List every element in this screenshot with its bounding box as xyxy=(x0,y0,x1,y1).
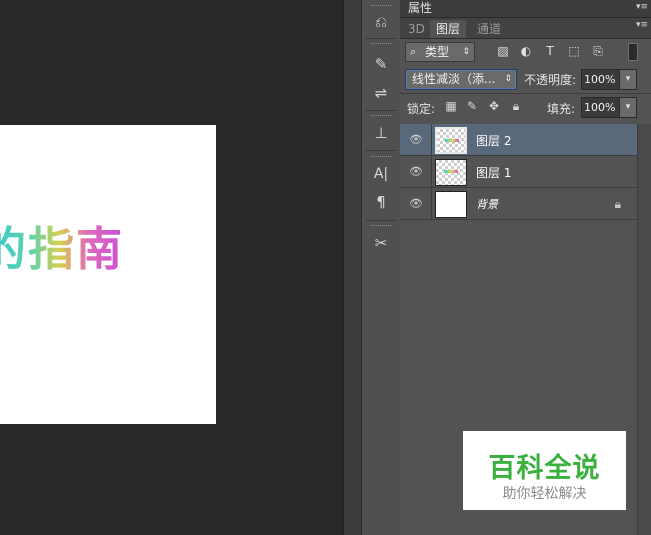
dock-divider xyxy=(366,220,396,221)
updown-arrow-icon: ⇕ xyxy=(462,47,470,57)
brush-preset-icon[interactable]: ✎ xyxy=(369,53,393,75)
character-icon[interactable]: A| xyxy=(369,163,393,185)
opacity-field[interactable]: 100% xyxy=(581,69,623,90)
canvas-text: 的指南 xyxy=(0,213,124,279)
tab-3d[interactable]: 3D xyxy=(402,20,431,38)
dock-grip[interactable] xyxy=(371,156,391,159)
thumbnail-content xyxy=(445,139,459,142)
layer-row[interactable]: 👁︎ 图层 1 xyxy=(400,156,637,188)
fill-dropdown-button[interactable]: ▾ xyxy=(619,97,637,118)
layers-panel-scrollbar[interactable] xyxy=(637,124,651,535)
canvas-scrollbar[interactable] xyxy=(343,0,361,535)
document-canvas[interactable]: 的指南 xyxy=(0,125,216,424)
panel-menu-icon[interactable]: ▾≡ xyxy=(636,20,648,30)
canvas-area[interactable]: 的指南 xyxy=(0,0,343,535)
blend-mode-value: 线性减淡（添... xyxy=(412,72,496,86)
divider xyxy=(400,93,651,94)
layer-name[interactable]: 图层 1 xyxy=(476,164,511,181)
layer-row[interactable]: 👁︎ 图层 2 xyxy=(400,124,637,156)
dock-grip[interactable] xyxy=(371,115,391,118)
lock-icon: 🔒︎ xyxy=(614,197,621,211)
properties-panel-header: 属性 ▾≡ xyxy=(400,0,651,18)
divider xyxy=(431,124,432,155)
tab-channels[interactable]: 通道 xyxy=(471,20,507,38)
opacity-dropdown-button[interactable]: ▾ xyxy=(619,69,637,90)
lock-label: 锁定: xyxy=(407,102,436,116)
watermark-title: 百科全说 xyxy=(488,453,601,484)
eye-icon[interactable]: 👁︎ xyxy=(409,133,423,147)
layers-panel-tabs: 3D 图层 通道 ▾≡ xyxy=(400,18,651,39)
dock-grip[interactable] xyxy=(371,225,391,228)
panel-menu-icon[interactable]: ▾≡ xyxy=(636,2,648,12)
watermark-subtitle: 助你轻松解决 xyxy=(502,486,587,502)
pixel-layer-filter-icon[interactable]: ▨ xyxy=(496,44,510,58)
lock-transparent-pixels-icon[interactable]: ▦ xyxy=(444,99,458,113)
clone-source-icon[interactable]: ⊥ xyxy=(369,122,393,144)
layer-thumbnail xyxy=(435,191,467,218)
dock-grip[interactable] xyxy=(371,43,391,46)
layer-filter-select[interactable]: ⌕ 类型 ⇕ xyxy=(405,42,475,62)
shape-layer-filter-icon[interactable]: ⬚ xyxy=(567,44,581,58)
lock-all-icon[interactable]: 🔒︎ xyxy=(509,99,523,113)
layer-name[interactable]: 背景 xyxy=(476,196,498,212)
blend-mode-select[interactable]: 线性减淡（添... ⇕ xyxy=(405,69,517,90)
layer-name[interactable]: 图层 2 xyxy=(476,132,511,149)
layer-thumbnail xyxy=(435,159,467,186)
tool-presets-icon[interactable]: ✂ xyxy=(369,232,393,254)
dock-grip[interactable] xyxy=(371,5,391,8)
type-layer-filter-icon[interactable]: T xyxy=(543,44,557,58)
layer-row[interactable]: 👁︎ 背景 🔒︎ xyxy=(400,188,637,220)
divider xyxy=(431,188,432,219)
filter-kind-label: 类型 xyxy=(425,45,450,59)
adjustment-layer-filter-icon[interactable]: ◐ xyxy=(519,44,533,58)
adjustments-icon[interactable]: ⇌ xyxy=(369,82,393,104)
fill-field[interactable]: 100% xyxy=(581,97,623,118)
layers-list: 👁︎ 图层 2 👁︎ 图层 1 👁︎ 背景 🔒︎ xyxy=(400,124,637,222)
tab-layers[interactable]: 图层 xyxy=(430,20,467,38)
watermark: 百科全说 助你轻松解决 xyxy=(463,431,626,510)
divider xyxy=(431,156,432,187)
filter-toggle-switch[interactable] xyxy=(628,43,638,61)
dock-divider xyxy=(366,38,396,39)
tab-properties[interactable]: 属性 xyxy=(404,0,436,17)
history-icon[interactable]: ⎌ xyxy=(369,11,393,33)
search-icon: ⌕ xyxy=(410,45,417,58)
smart-object-filter-icon[interactable]: ⎘ xyxy=(591,44,605,58)
opacity-label: 不透明度: xyxy=(524,73,577,87)
updown-arrow-icon: ⇕ xyxy=(504,74,512,84)
layer-thumbnail xyxy=(435,127,467,154)
panel-dock-column: ⎌ ✎ ⇌ ⊥ A| ¶ ✂ xyxy=(361,0,401,535)
eye-icon[interactable]: 👁︎ xyxy=(409,197,423,211)
thumbnail-content xyxy=(444,170,458,173)
lock-position-icon[interactable]: ✥ xyxy=(487,99,501,113)
fill-label: 填充: xyxy=(547,102,576,116)
dock-divider xyxy=(366,150,396,151)
lock-image-pixels-icon[interactable]: ✎ xyxy=(465,99,479,113)
eye-icon[interactable]: 👁︎ xyxy=(409,165,423,179)
paragraph-icon[interactable]: ¶ xyxy=(369,191,393,213)
dock-divider xyxy=(366,110,396,111)
